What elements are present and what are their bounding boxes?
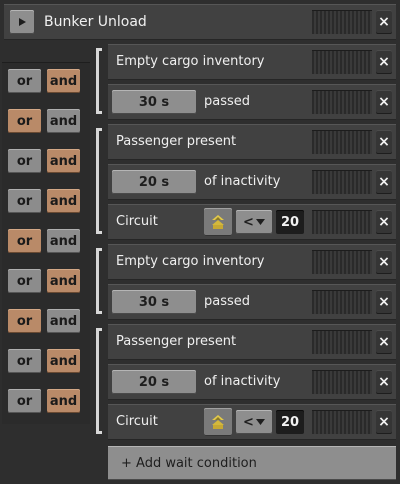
remove-condition-button[interactable]: ×	[376, 370, 392, 394]
remove-condition-button[interactable]: ×	[376, 330, 392, 354]
group-bracket	[96, 128, 102, 234]
logic-row: or and	[8, 149, 80, 173]
comparator-value: <	[243, 414, 254, 430]
group-bracket	[96, 248, 102, 314]
add-wait-condition-button[interactable]: + Add wait condition	[108, 446, 396, 480]
drag-handle[interactable]	[312, 250, 372, 274]
condition-row[interactable]: Passenger present ×	[108, 324, 396, 360]
signal-button[interactable]	[204, 208, 232, 236]
condition-label: of inactivity	[204, 374, 281, 389]
station-name: Bunker Unload	[44, 14, 147, 30]
and-button[interactable]: and	[47, 349, 80, 373]
condition-row[interactable]: Circuit <20 ×	[108, 404, 396, 440]
or-button[interactable]: or	[8, 269, 41, 293]
condition-row[interactable]: Passenger present ×	[108, 124, 396, 160]
drag-handle[interactable]	[312, 50, 372, 74]
drag-handle[interactable]	[312, 330, 372, 354]
chevron-down-icon	[255, 419, 265, 425]
condition-row[interactable]: 20 s of inactivity ×	[108, 364, 396, 400]
drag-handle[interactable]	[312, 90, 372, 114]
drag-handle[interactable]	[312, 170, 372, 194]
and-button[interactable]: and	[47, 269, 80, 293]
and-button[interactable]: and	[47, 149, 80, 173]
constant-input[interactable]: 20	[276, 210, 304, 234]
condition-row[interactable]: Circuit <20 ×	[108, 204, 396, 240]
station-header[interactable]: Bunker Unload ×	[4, 4, 396, 40]
or-button[interactable]: or	[8, 109, 41, 133]
logic-row: or and	[8, 109, 80, 133]
condition-label: of inactivity	[204, 174, 281, 189]
close-station-button[interactable]: ×	[376, 10, 392, 34]
time-value-button[interactable]: 30 s	[112, 90, 196, 114]
remove-condition-button[interactable]: ×	[376, 210, 392, 234]
chevron-down-icon	[255, 219, 265, 225]
condition-label: Passenger present	[116, 334, 237, 349]
remove-condition-button[interactable]: ×	[376, 290, 392, 314]
drag-handle[interactable]	[312, 130, 372, 154]
logic-row: or and	[8, 349, 80, 373]
or-button[interactable]: or	[8, 149, 41, 173]
group-bracket	[96, 328, 102, 434]
condition-label: passed	[204, 94, 251, 109]
drag-handle[interactable]	[312, 10, 372, 34]
drag-handle[interactable]	[312, 410, 372, 434]
or-button[interactable]: or	[8, 389, 41, 413]
time-value-button[interactable]: 20 s	[112, 170, 196, 194]
condition-row[interactable]: Empty cargo inventory ×	[108, 44, 396, 80]
condition-row[interactable]: 30 s passed ×	[108, 84, 396, 120]
logic-row: or and	[8, 189, 80, 213]
remove-condition-button[interactable]: ×	[376, 50, 392, 74]
condition-label: Circuit	[116, 214, 158, 229]
condition-label: Empty cargo inventory	[116, 54, 265, 69]
condition-row[interactable]: Empty cargo inventory ×	[108, 244, 396, 280]
or-button[interactable]: or	[8, 349, 41, 373]
and-button[interactable]: and	[47, 109, 80, 133]
play-button[interactable]	[10, 10, 34, 34]
logic-row: or and	[8, 229, 80, 253]
drag-handle[interactable]	[312, 370, 372, 394]
condition-label: passed	[204, 294, 251, 309]
logic-row: or and	[8, 269, 80, 293]
logic-row: or and	[8, 389, 80, 413]
remove-condition-button[interactable]: ×	[376, 130, 392, 154]
and-button[interactable]: and	[47, 189, 80, 213]
logic-row: or and	[8, 69, 80, 93]
constant-input[interactable]: 20	[276, 410, 304, 434]
time-value-button[interactable]: 30 s	[112, 290, 196, 314]
time-value-button[interactable]: 20 s	[112, 370, 196, 394]
signal-icon	[212, 215, 224, 229]
and-button[interactable]: and	[47, 229, 80, 253]
comparator-value: <	[243, 214, 254, 230]
or-button[interactable]: or	[8, 229, 41, 253]
comparator-dropdown[interactable]: <	[236, 210, 272, 234]
drag-handle[interactable]	[312, 290, 372, 314]
and-button[interactable]: and	[47, 389, 80, 413]
signal-button[interactable]	[204, 408, 232, 436]
remove-condition-button[interactable]: ×	[376, 250, 392, 274]
or-button[interactable]: or	[8, 189, 41, 213]
or-button[interactable]: or	[8, 69, 41, 93]
play-icon	[19, 18, 26, 26]
and-button[interactable]: and	[47, 309, 80, 333]
remove-condition-button[interactable]: ×	[376, 170, 392, 194]
remove-condition-button[interactable]: ×	[376, 90, 392, 114]
condition-row[interactable]: 20 s of inactivity ×	[108, 164, 396, 200]
condition-label: Circuit	[116, 414, 158, 429]
condition-label: Passenger present	[116, 134, 237, 149]
condition-row[interactable]: 30 s passed ×	[108, 284, 396, 320]
or-button[interactable]: or	[8, 309, 41, 333]
drag-handle[interactable]	[312, 210, 372, 234]
condition-label: Empty cargo inventory	[116, 254, 265, 269]
and-button[interactable]: and	[47, 69, 80, 93]
comparator-dropdown[interactable]: <	[236, 410, 272, 434]
group-bracket	[96, 48, 102, 114]
logic-row: or and	[8, 309, 80, 333]
signal-icon	[212, 415, 224, 429]
remove-condition-button[interactable]: ×	[376, 410, 392, 434]
